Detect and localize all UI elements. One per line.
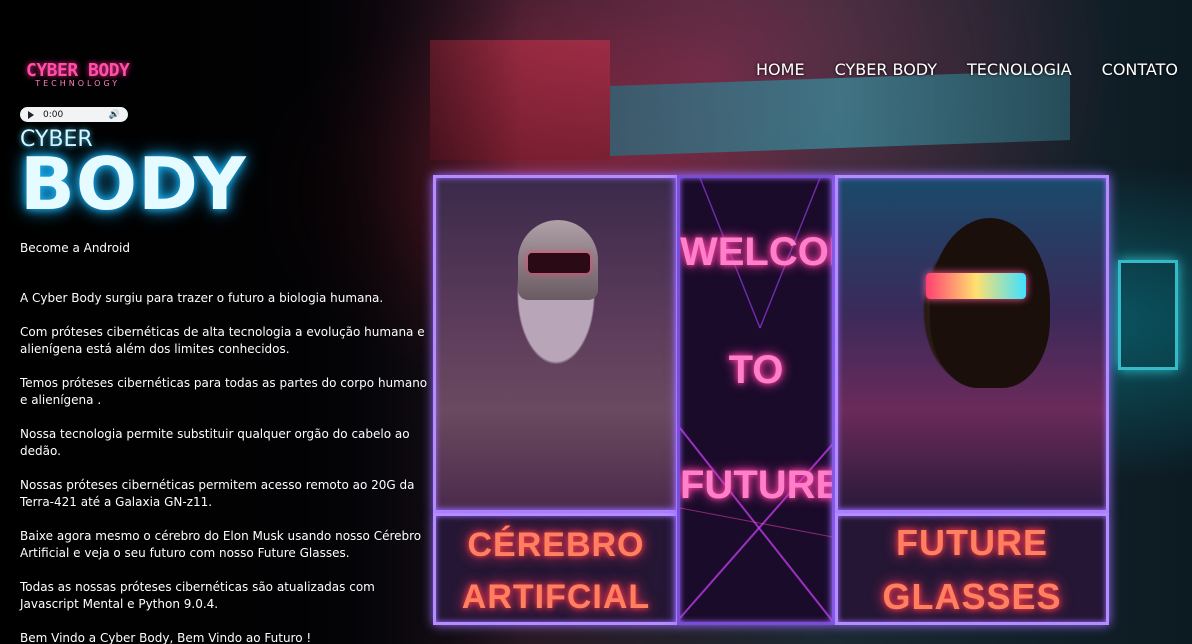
logo-main-text: CYBER BODY bbox=[26, 60, 130, 81]
nav-contato[interactable]: CONTATO bbox=[1102, 60, 1178, 79]
paragraph: Nossas próteses cibernéticas permitem ac… bbox=[20, 478, 415, 509]
android-woman-image bbox=[433, 175, 679, 513]
future-text: FUTURE bbox=[680, 463, 835, 507]
background-sign-teal bbox=[610, 69, 1070, 157]
card-label-line2: GLASSES bbox=[882, 576, 1062, 617]
audio-player[interactable]: 0:00 🔊 bbox=[20, 107, 128, 122]
cerebro-artificial-card[interactable]: CÉREBRO ARTIFCIAL bbox=[433, 513, 679, 625]
glasses-visor bbox=[926, 273, 1026, 299]
paragraph: Baixe agora mesmo o cérebro do Elon Musk… bbox=[20, 529, 422, 560]
nav-tecnologia[interactable]: TECNOLOGIA bbox=[967, 60, 1072, 79]
nav-cyber-body[interactable]: CYBER BODY bbox=[835, 60, 937, 79]
background-neon-sign bbox=[1118, 260, 1178, 370]
android-man-image bbox=[835, 175, 1109, 513]
paragraph: Temos próteses cibernéticas para todas a… bbox=[20, 376, 428, 407]
hero-title-big: BODY bbox=[20, 142, 247, 226]
hero-tagline: Become a Android bbox=[20, 241, 131, 255]
showcase-banner: CÉREBRO ARTIFCIAL WELCOME TO FUTURE FUTU… bbox=[433, 175, 1109, 625]
paragraph: Com próteses cibernéticas de alta tecnol… bbox=[20, 325, 425, 356]
man-head-shape bbox=[930, 218, 1050, 388]
main-nav: HOME CYBER BODY TECNOLOGIA CONTATO bbox=[756, 60, 1178, 79]
to-text: TO bbox=[728, 348, 784, 392]
paragraph: Bem Vindo a Cyber Body, Bem Vindo ao Fut… bbox=[20, 631, 312, 644]
welcome-text: WELCOME bbox=[680, 230, 832, 274]
card-label-line1: CÉREBRO bbox=[467, 526, 645, 564]
volume-icon[interactable]: 🔊 bbox=[109, 110, 120, 120]
paragraph: A Cyber Body surgiu para trazer o futuro… bbox=[20, 291, 384, 305]
audio-time: 0:00 bbox=[43, 109, 64, 120]
helmet-visor bbox=[528, 253, 590, 273]
future-glasses-card[interactable]: FUTURE GLASSES bbox=[835, 513, 1109, 625]
nav-home[interactable]: HOME bbox=[756, 60, 805, 79]
card-label-line1: FUTURE bbox=[896, 522, 1048, 563]
paragraph: Nossa tecnologia permite substituir qual… bbox=[20, 427, 410, 458]
card-label-line2: ARTIFCIAL bbox=[461, 578, 651, 616]
welcome-panel: WELCOME TO FUTURE bbox=[677, 175, 835, 625]
intro-text: A Cyber Body surgiu para trazer o futuro… bbox=[20, 290, 432, 644]
paragraph: Todas as nossas próteses cibernéticas sã… bbox=[20, 580, 375, 611]
logo-sub-text: TECHNOLOGY bbox=[35, 79, 121, 88]
play-icon[interactable] bbox=[28, 110, 34, 119]
logo[interactable]: CYBER BODY TECHNOLOGY bbox=[26, 60, 130, 88]
